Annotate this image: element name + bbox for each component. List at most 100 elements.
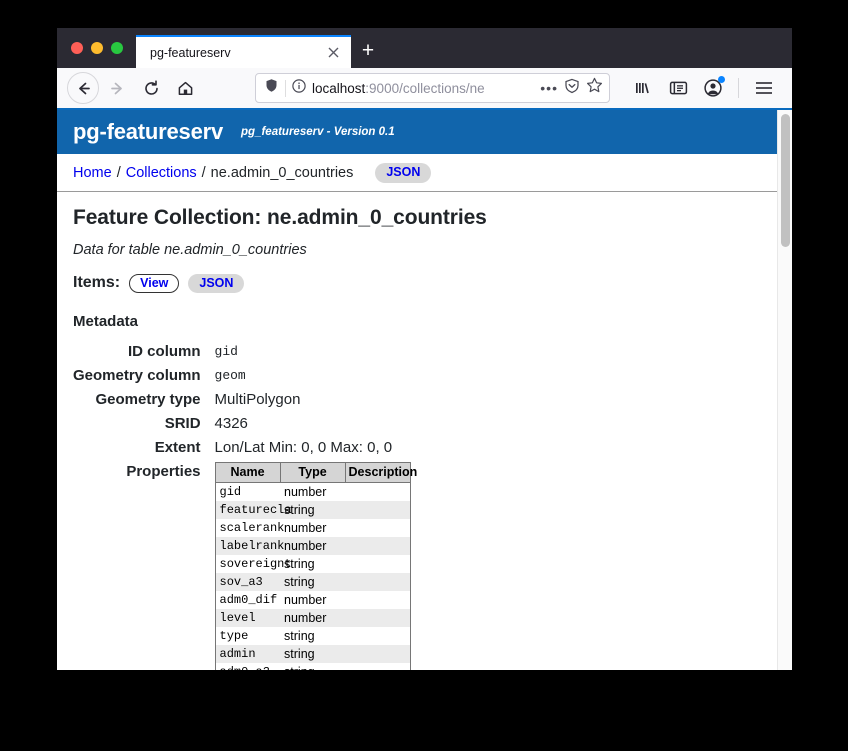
- table-row: adm0_a3string: [215, 663, 410, 670]
- properties-table-body: gidnumberfeatureclastringscaleranknumber…: [215, 483, 410, 671]
- breadcrumb-collections-link[interactable]: Collections: [126, 165, 197, 181]
- cell-type: string: [280, 663, 345, 670]
- table-row: gidnumber: [215, 483, 410, 502]
- ellipsis-icon[interactable]: •••: [540, 81, 558, 95]
- column-header-type: Type: [280, 463, 345, 483]
- site-brand: pg-featureserv: [73, 119, 223, 145]
- metadata-value: geom: [215, 364, 411, 388]
- cell-description: [345, 627, 410, 645]
- cell-name: sov_a3: [215, 573, 280, 591]
- pocket-icon[interactable]: [564, 78, 580, 99]
- breadcrumb: Home / Collections / ne.admin_0_countrie…: [57, 154, 777, 192]
- page-viewport: pg-featureserv pg_featureserv - Version …: [57, 110, 792, 670]
- metadata-value: Lon/Lat Min: 0, 0 Max: 0, 0: [215, 436, 411, 460]
- new-tab-button[interactable]: +: [351, 35, 385, 68]
- page-description: Data for table ne.admin_0_countries: [73, 242, 761, 258]
- cell-type: string: [280, 501, 345, 519]
- cell-name: admin: [215, 645, 280, 663]
- cell-name: adm0_dif: [215, 591, 280, 609]
- forward-arrow-icon: [101, 72, 133, 104]
- items-json-link[interactable]: JSON: [188, 274, 244, 294]
- close-window-button[interactable]: [71, 42, 83, 54]
- browser-tab-active[interactable]: pg-featureserv: [136, 35, 351, 68]
- address-bar-actions: •••: [540, 77, 603, 99]
- maximize-window-button[interactable]: [111, 42, 123, 54]
- column-header-name: Name: [215, 463, 280, 483]
- items-row: Items: View JSON: [73, 274, 761, 294]
- table-row: levelnumber: [215, 609, 410, 627]
- account-notification-dot: [718, 76, 725, 83]
- column-header-description: Description: [345, 463, 410, 483]
- close-icon[interactable]: [323, 43, 343, 63]
- cell-name: labelrank: [215, 537, 280, 555]
- address-bar[interactable]: localhost:9000/collections/ne •••: [255, 73, 610, 103]
- cell-description: [345, 591, 410, 609]
- site-header: pg-featureserv pg_featureserv - Version …: [57, 110, 777, 154]
- table-row: sov_a3string: [215, 573, 410, 591]
- page-scrollbar[interactable]: [777, 110, 792, 670]
- cell-description: [345, 501, 410, 519]
- cell-type: number: [280, 591, 345, 609]
- table-row: featureclastring: [215, 501, 410, 519]
- sidebar-icon[interactable]: [662, 72, 694, 104]
- cell-description: [345, 555, 410, 573]
- properties-row: Properties Name Type Description: [73, 460, 411, 670]
- metadata-value: gid: [215, 340, 411, 364]
- page-content: pg-featureserv pg_featureserv - Version …: [57, 110, 777, 670]
- cell-description: [345, 645, 410, 663]
- back-arrow-icon[interactable]: [67, 72, 99, 104]
- metadata-label: Extent: [73, 436, 215, 460]
- page-title: Feature Collection: ne.admin_0_countries: [73, 206, 761, 230]
- table-row: adminstring: [215, 645, 410, 663]
- metadata-row: Extent Lon/Lat Min: 0, 0 Max: 0, 0: [73, 436, 411, 460]
- star-icon[interactable]: [586, 77, 603, 99]
- cell-type: string: [280, 645, 345, 663]
- browser-window: pg-featureserv + localhos: [57, 28, 792, 670]
- properties-header-row: Name Type Description: [215, 463, 410, 483]
- cell-description: [345, 663, 410, 670]
- metadata-value: 4326: [215, 412, 411, 436]
- cell-name: type: [215, 627, 280, 645]
- table-row: scaleranknumber: [215, 519, 410, 537]
- cell-type: string: [280, 627, 345, 645]
- metadata-table: ID column gid Geometry column geom Geome…: [73, 340, 411, 670]
- metadata-value: MultiPolygon: [215, 388, 411, 412]
- reload-icon[interactable]: [135, 72, 167, 104]
- cell-type: number: [280, 519, 345, 537]
- home-icon[interactable]: [169, 72, 201, 104]
- breadcrumb-json-link[interactable]: JSON: [375, 163, 431, 183]
- hamburger-menu-icon[interactable]: [748, 72, 780, 104]
- breadcrumb-home-link[interactable]: Home: [73, 165, 112, 181]
- account-icon[interactable]: [697, 72, 729, 104]
- cell-description: [345, 537, 410, 555]
- cell-name: featurecla: [215, 501, 280, 519]
- metadata-row: Geometry column geom: [73, 364, 411, 388]
- navigation-toolbar: localhost:9000/collections/ne •••: [57, 68, 792, 110]
- main-content: Feature Collection: ne.admin_0_countries…: [57, 192, 777, 671]
- scrollbar-thumb[interactable]: [781, 114, 790, 247]
- url-text[interactable]: localhost:9000/collections/ne: [312, 81, 534, 96]
- metadata-heading: Metadata: [73, 313, 761, 330]
- minimize-window-button[interactable]: [91, 42, 103, 54]
- toolbar-divider: [738, 78, 739, 98]
- breadcrumb-separator: /: [197, 165, 211, 181]
- shield-icon[interactable]: [264, 78, 279, 98]
- cell-type: number: [280, 609, 345, 627]
- metadata-row: ID column gid: [73, 340, 411, 364]
- metadata-label: Geometry type: [73, 388, 215, 412]
- cell-type: string: [280, 555, 345, 573]
- metadata-label: ID column: [73, 340, 215, 364]
- breadcrumb-separator: /: [112, 165, 126, 181]
- cell-type: number: [280, 483, 345, 502]
- items-view-link[interactable]: View: [129, 274, 179, 294]
- table-row: labelranknumber: [215, 537, 410, 555]
- items-label: Items:: [73, 274, 120, 292]
- breadcrumb-current: ne.admin_0_countries: [211, 165, 354, 181]
- table-row: adm0_difnumber: [215, 591, 410, 609]
- cell-description: [345, 483, 410, 502]
- library-icon[interactable]: [627, 72, 659, 104]
- cell-name: scalerank: [215, 519, 280, 537]
- properties-table: Name Type Description gidnumberfeaturecl…: [215, 462, 411, 670]
- info-icon[interactable]: [292, 79, 306, 98]
- cell-description: [345, 519, 410, 537]
